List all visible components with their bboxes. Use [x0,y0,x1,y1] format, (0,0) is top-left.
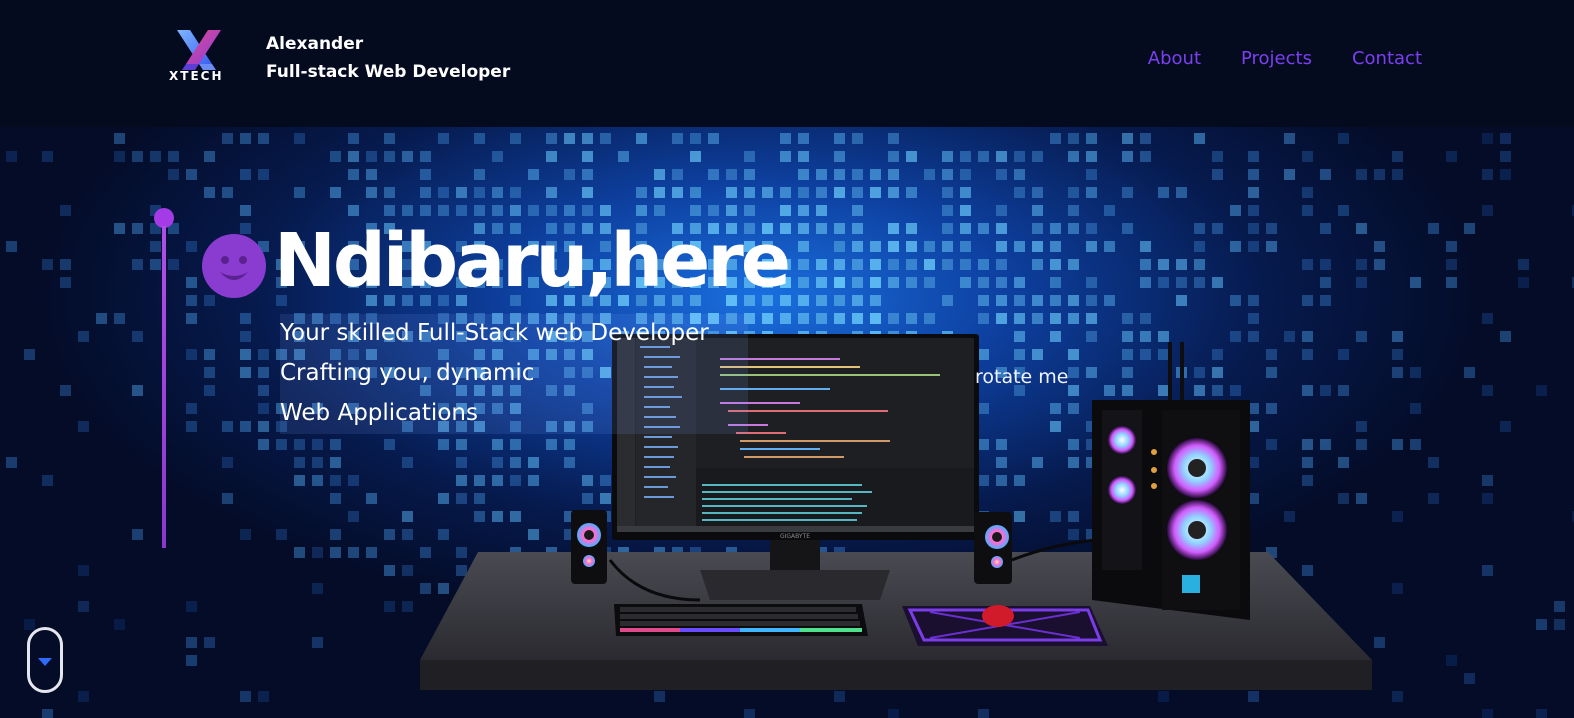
main-nav: About Projects Contact [1148,48,1422,69]
left-speaker [571,510,607,584]
nav-link-contact[interactable]: Contact [1352,48,1422,69]
nav-link-projects[interactable]: Projects [1241,48,1312,69]
developer-role: Full-stack Web Developer [266,62,511,82]
right-speaker [974,512,1012,584]
site-header: XTECH Alexander Full-stack Web Developer… [0,0,1574,127]
hero-headline: Ndibaru,here [274,218,791,304]
developer-name: Alexander [266,34,364,54]
subtitle-line: Your skilled Full-Stack web Developer [280,320,709,346]
pc-tower [1092,400,1250,620]
timeline-line [162,226,166,548]
rotate-hint: rotate me [975,366,1069,388]
timeline-dot [154,208,174,228]
nav-link-about[interactable]: About [1148,48,1201,69]
scroll-down-button[interactable] [27,627,63,693]
mouse [982,605,1014,627]
keyboard [614,604,868,636]
smiley-face-icon [202,234,266,298]
monitor-brand: GIGABYTE [780,533,810,540]
subtitle-line: Crafting you, dynamic [280,360,535,386]
scroll-down-arrow-icon [38,658,52,666]
logo-wordmark: XTECH [169,69,224,83]
hero-subtitle: Your skilled Full-Stack web Developer Cr… [280,314,748,434]
subtitle-line: Web Applications [280,400,478,426]
